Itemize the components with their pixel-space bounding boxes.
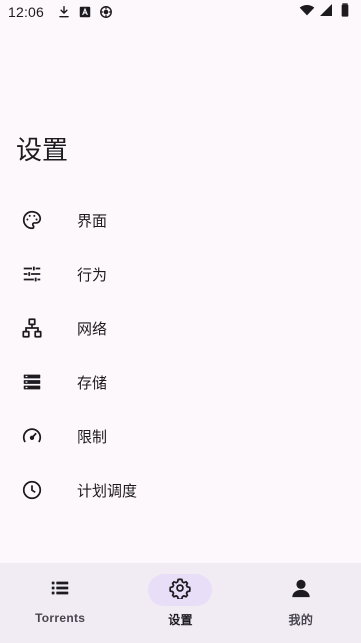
debug-icon — [99, 5, 113, 19]
palette-icon — [20, 208, 44, 232]
wifi-icon — [299, 2, 315, 22]
nav-label: Torrents — [35, 611, 86, 625]
bottom-navigation: Torrents 设置 我的 — [0, 563, 361, 643]
speed-icon — [20, 424, 44, 448]
font-a-icon — [78, 5, 92, 19]
nav-item-settings[interactable]: 设置 — [120, 563, 240, 643]
settings-screen: 12:06 设置 界面 行为 网络 存储 限制 计划调度 Torrents 设置… — [0, 0, 361, 643]
network-icon — [20, 316, 44, 340]
page-title: 设置 — [16, 136, 69, 166]
settings-item-label: 行为 — [77, 265, 108, 284]
settings-item-interface[interactable]: 界面 — [0, 193, 361, 247]
settings-list: 界面 行为 网络 存储 限制 计划调度 — [0, 193, 361, 517]
nav-indicator — [28, 574, 92, 606]
status-time: 12:06 — [8, 4, 45, 20]
tune-icon — [20, 262, 44, 286]
gear-icon — [169, 577, 192, 603]
nav-item-torrents[interactable]: Torrents — [0, 563, 120, 643]
settings-item-limits[interactable]: 限制 — [0, 409, 361, 463]
nav-indicator — [269, 574, 333, 606]
storage-icon — [20, 370, 44, 394]
settings-item-label: 界面 — [77, 211, 108, 230]
settings-item-label: 存储 — [77, 373, 108, 392]
nav-label: 设置 — [168, 613, 193, 627]
nav-label: 我的 — [288, 613, 314, 627]
status-bar: 12:06 — [0, 0, 361, 24]
nav-indicator — [148, 574, 213, 606]
settings-item-behavior[interactable]: 行为 — [0, 247, 361, 301]
list-icon — [49, 577, 71, 603]
signal-icon — [318, 2, 334, 22]
settings-item-storage[interactable]: 存储 — [0, 355, 361, 409]
settings-item-network[interactable]: 网络 — [0, 301, 361, 355]
download-icon — [57, 5, 71, 19]
settings-item-label: 限制 — [77, 427, 108, 446]
nav-item-profile[interactable]: 我的 — [241, 563, 361, 643]
settings-item-label: 网络 — [77, 319, 108, 338]
status-left: 12:06 — [8, 4, 113, 20]
battery-icon — [337, 2, 353, 22]
settings-item-label: 计划调度 — [77, 481, 138, 500]
person-icon — [290, 577, 312, 603]
settings-item-schedule[interactable]: 计划调度 — [0, 463, 361, 517]
schedule-icon — [20, 478, 44, 502]
status-right — [299, 2, 353, 22]
